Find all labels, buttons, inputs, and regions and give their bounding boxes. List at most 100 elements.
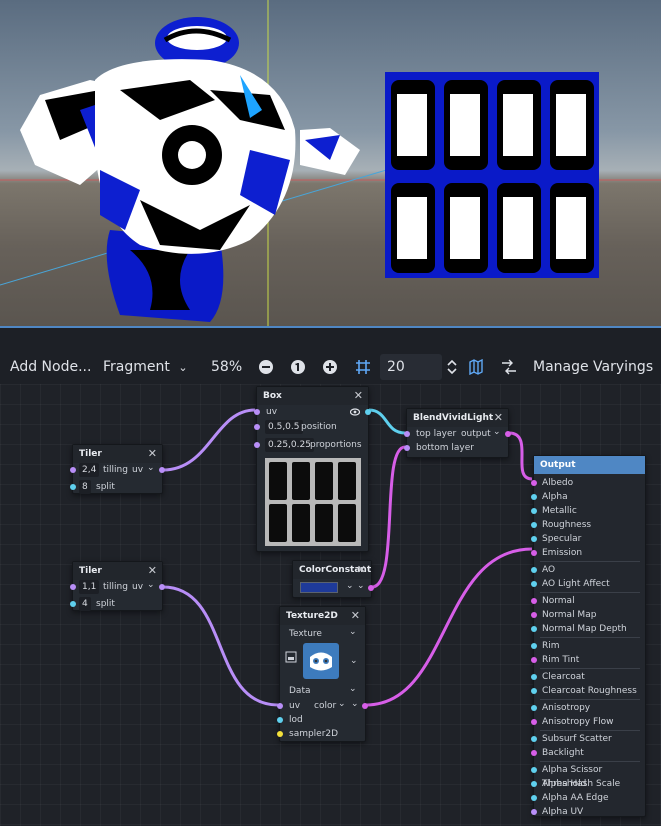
- spin-arrows-icon[interactable]: [444, 359, 460, 375]
- output-port-row: Clearcoat: [531, 670, 585, 684]
- chevron-down-icon[interactable]: ⌄: [147, 463, 155, 473]
- box-position-port[interactable]: [254, 424, 260, 430]
- output-node[interactable]: Output Albedo Alpha Metallic Roughness Specu…: [531, 455, 646, 817]
- texture-file-icon[interactable]: [285, 651, 297, 663]
- tiler-tilling-field[interactable]: 1,1: [79, 580, 100, 594]
- chevron-down-icon[interactable]: ⌄: [147, 580, 155, 590]
- tiler-uv-port[interactable]: [159, 584, 165, 590]
- close-icon[interactable]: ✕: [354, 387, 363, 405]
- box-node[interactable]: Box ✕ uv 0.5,0.5 position 0.25,0.25 prop…: [254, 386, 371, 552]
- chevron-down-icon[interactable]: ⌄: [338, 699, 346, 709]
- zoom-out-icon[interactable]: [258, 359, 274, 375]
- texture2d-header[interactable]: Texture2D ✕: [280, 607, 365, 625]
- close-icon[interactable]: ✕: [148, 562, 157, 580]
- tiler-split-field[interactable]: 8: [79, 480, 91, 494]
- chevron-down-icon[interactable]: ⌄: [350, 656, 358, 666]
- snap-grid-icon[interactable]: [355, 359, 371, 375]
- viewport-divider[interactable]: [0, 326, 661, 328]
- 3d-viewport[interactable]: [0, 0, 661, 328]
- output-port[interactable]: [531, 581, 537, 587]
- texture-lod-port[interactable]: [277, 717, 283, 723]
- tiler-uv-port[interactable]: [159, 467, 165, 473]
- output-port[interactable]: [531, 750, 537, 756]
- output-port[interactable]: [531, 688, 537, 694]
- tiler-split-field[interactable]: 4: [79, 597, 91, 611]
- output-port-label: Subsurf Scatter: [542, 734, 612, 744]
- color-constant-header[interactable]: ColorConstant ✕: [293, 561, 371, 579]
- blend-node-header[interactable]: BlendVividLight ✕: [407, 409, 508, 427]
- box-output-port[interactable]: [365, 409, 371, 415]
- blend-top-layer-port[interactable]: [404, 431, 410, 437]
- tiler-node-1[interactable]: Tiler ✕ 2,4 tilling uv ⌄ 8 split: [70, 444, 165, 494]
- output-port[interactable]: [531, 809, 537, 815]
- tiler-node-2[interactable]: Tiler ✕ 1,1 tilling uv ⌄ 4 split: [70, 561, 165, 611]
- color-constant-node[interactable]: ColorConstant ✕ ⌄ ⌄: [292, 560, 374, 598]
- tiler-split-port[interactable]: [70, 601, 76, 607]
- output-port[interactable]: [531, 767, 537, 773]
- texture2d-node[interactable]: Texture2D ✕ Texture ⌄ ⌄ Data ⌄ uv color …: [277, 606, 368, 742]
- box-proportions-field[interactable]: 0.25,0.25: [265, 438, 314, 452]
- box-proportions-port[interactable]: [254, 442, 260, 448]
- texture-source-select[interactable]: Texture: [289, 627, 322, 641]
- output-port[interactable]: [531, 522, 537, 528]
- close-icon[interactable]: ✕: [148, 445, 157, 463]
- output-port[interactable]: [531, 567, 537, 573]
- output-port[interactable]: [531, 719, 537, 725]
- color-picker-swatch[interactable]: [300, 582, 338, 593]
- chevron-down-icon[interactable]: ⌄: [346, 581, 354, 591]
- output-port[interactable]: [531, 550, 537, 556]
- close-icon[interactable]: ✕: [494, 409, 503, 427]
- box-node-header[interactable]: Box ✕: [257, 387, 368, 405]
- output-port[interactable]: [531, 781, 537, 787]
- chevron-down-icon[interactable]: ⌄: [493, 427, 501, 437]
- tiler-split-port[interactable]: [70, 484, 76, 490]
- blend-vivid-light-node[interactable]: BlendVividLight ✕ top layer output ⌄ bot…: [404, 408, 511, 458]
- blend-output-port[interactable]: [505, 431, 511, 437]
- close-icon[interactable]: ✕: [351, 607, 360, 625]
- preview-eye-icon[interactable]: [350, 408, 360, 416]
- output-port[interactable]: [531, 795, 537, 801]
- chevron-down-icon[interactable]: ⌄: [357, 581, 365, 591]
- texture-color-port[interactable]: [362, 703, 368, 709]
- add-node-button[interactable]: Add Node...: [10, 350, 91, 384]
- box-uv-port[interactable]: [254, 409, 260, 415]
- godot-logo-icon[interactable]: [303, 643, 339, 679]
- texture-uv-port[interactable]: [277, 703, 283, 709]
- arrange-nodes-icon[interactable]: [501, 359, 517, 375]
- output-port[interactable]: [531, 736, 537, 742]
- color-output-port[interactable]: [368, 585, 374, 591]
- output-port[interactable]: [531, 626, 537, 632]
- output-port[interactable]: [531, 598, 537, 604]
- texture-type-select[interactable]: Data: [289, 684, 311, 698]
- output-port[interactable]: [531, 480, 537, 486]
- shader-mode-select[interactable]: Fragment ⌄: [103, 350, 188, 384]
- tiler-node-header[interactable]: Tiler ✕: [73, 445, 162, 463]
- output-port[interactable]: [531, 643, 537, 649]
- snap-distance-spinbox[interactable]: 20: [380, 354, 442, 380]
- tiler-tilling-port[interactable]: [70, 584, 76, 590]
- texture-sampler-port[interactable]: [277, 731, 283, 737]
- output-port[interactable]: [531, 508, 537, 514]
- manage-varyings-button[interactable]: Manage Varyings: [533, 350, 653, 384]
- zoom-in-icon[interactable]: [322, 359, 338, 375]
- chevron-down-icon[interactable]: ⌄: [349, 684, 357, 694]
- output-node-header[interactable]: Output: [534, 456, 645, 474]
- visual-shader-graph[interactable]: Box ✕ uv 0.5,0.5 position 0.25,0.25 prop…: [0, 384, 661, 826]
- box-position-field[interactable]: 0.5,0.5: [265, 420, 303, 434]
- chevron-down-icon[interactable]: ⌄: [351, 699, 359, 709]
- tiler-node-header[interactable]: Tiler ✕: [73, 562, 162, 580]
- zoom-one-icon[interactable]: [290, 359, 306, 375]
- close-icon[interactable]: ✕: [357, 561, 366, 579]
- output-port[interactable]: [531, 657, 537, 663]
- minimap-icon[interactable]: [468, 359, 484, 375]
- output-port[interactable]: [531, 674, 537, 680]
- output-port[interactable]: [531, 612, 537, 618]
- tiler-tilling-field[interactable]: 2,4: [79, 463, 100, 477]
- blend-bottom-layer-port[interactable]: [404, 445, 410, 451]
- output-port[interactable]: [531, 705, 537, 711]
- zoom-reset-button[interactable]: 58%: [211, 350, 242, 384]
- output-port[interactable]: [531, 536, 537, 542]
- tiler-tilling-port[interactable]: [70, 467, 76, 473]
- chevron-down-icon[interactable]: ⌄: [349, 627, 357, 637]
- output-port[interactable]: [531, 494, 537, 500]
